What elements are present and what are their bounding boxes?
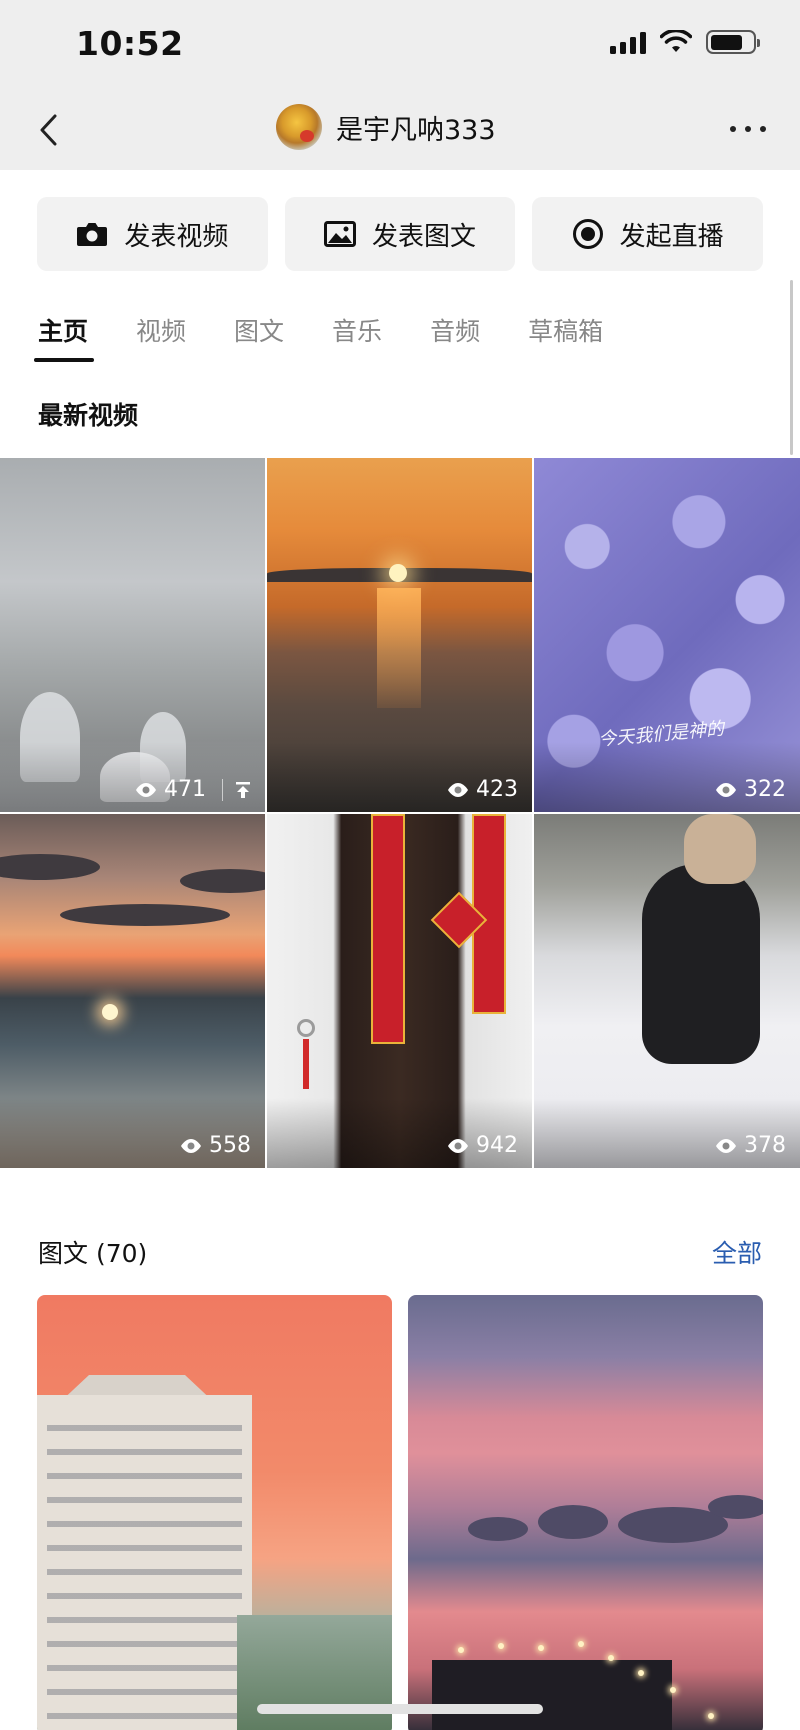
view-count-value: 378 <box>744 1133 786 1158</box>
more-options-icon[interactable] <box>724 114 772 144</box>
image-posts-header: 图文 (70) 全部 <box>38 1234 762 1270</box>
status-time: 10:52 <box>76 24 184 63</box>
eye-icon <box>716 1138 736 1153</box>
video-thumbnail[interactable]: 471 <box>0 458 265 812</box>
view-all-link[interactable]: 全部 <box>712 1234 762 1270</box>
view-count-value: 471 <box>164 777 206 802</box>
action-buttons: 发表视频 发表图文 发起直播 <box>37 197 764 271</box>
video-thumbnail[interactable]: 558 <box>0 814 265 1168</box>
video-thumbnail[interactable]: 378 <box>534 814 800 1168</box>
eye-icon <box>716 782 736 797</box>
cellular-signal-icon <box>610 30 646 54</box>
tab-music[interactable]: 音乐 <box>332 312 382 362</box>
image-posts-list <box>37 1295 763 1730</box>
back-button[interactable] <box>26 108 70 152</box>
start-live-button[interactable]: 发起直播 <box>532 197 764 271</box>
status-bar: 10:52 <box>0 0 800 90</box>
battery-icon <box>706 30 760 54</box>
profile-tabs: 主页 视频 图文 音乐 音频 草稿箱 <box>33 312 651 362</box>
pinned-icon <box>222 778 251 801</box>
video-thumbnail[interactable]: 今天我们是神的 322 <box>534 458 800 812</box>
view-count-value: 322 <box>744 777 786 802</box>
image-post-card[interactable] <box>37 1295 392 1730</box>
image-icon <box>324 221 356 247</box>
post-video-button[interactable]: 发表视频 <box>37 197 268 271</box>
eye-icon <box>448 782 468 797</box>
scrollbar[interactable] <box>790 280 793 455</box>
eye-icon <box>136 782 156 797</box>
nav-bar: 是宇凡呐333 <box>0 90 800 170</box>
avatar[interactable] <box>276 104 322 150</box>
view-count-value: 423 <box>476 777 518 802</box>
view-count: 423 <box>446 777 518 802</box>
video-grid: 471 423 今天我们是神的 322 558 942 378 <box>0 458 800 1168</box>
view-count-value: 942 <box>476 1133 518 1158</box>
home-indicator[interactable] <box>257 1704 543 1714</box>
image-post-card[interactable] <box>408 1295 763 1730</box>
tab-home[interactable]: 主页 <box>33 312 95 362</box>
view-count: 322 <box>714 777 786 802</box>
tab-drafts[interactable]: 草稿箱 <box>528 312 603 362</box>
profile-header[interactable]: 是宇凡呐333 <box>276 104 496 150</box>
camera-icon <box>77 223 108 246</box>
eye-icon <box>181 1138 201 1153</box>
post-image-label: 发表图文 <box>372 221 477 252</box>
eye-icon <box>448 1138 468 1153</box>
chevron-left-icon <box>40 114 57 146</box>
tab-audio[interactable]: 音频 <box>430 312 480 362</box>
tab-image-posts[interactable]: 图文 <box>234 312 284 362</box>
profile-name: 是宇凡呐333 <box>336 114 496 146</box>
video-thumbnail[interactable]: 942 <box>267 814 532 1168</box>
start-live-label: 发起直播 <box>619 221 724 252</box>
view-count: 471 <box>134 777 251 802</box>
image-posts-title: 图文 (70) <box>38 1239 148 1268</box>
latest-videos-title: 最新视频 <box>38 401 139 430</box>
view-count-value: 558 <box>209 1133 251 1158</box>
post-video-label: 发表视频 <box>124 221 229 252</box>
tab-videos[interactable]: 视频 <box>136 312 186 362</box>
status-icons <box>610 30 760 54</box>
view-count: 378 <box>714 1133 786 1158</box>
view-count: 558 <box>179 1133 251 1158</box>
view-count: 942 <box>446 1133 518 1158</box>
live-icon <box>572 219 603 249</box>
post-image-button[interactable]: 发表图文 <box>284 197 516 271</box>
video-thumbnail[interactable]: 423 <box>267 458 532 812</box>
wifi-icon <box>660 30 692 52</box>
